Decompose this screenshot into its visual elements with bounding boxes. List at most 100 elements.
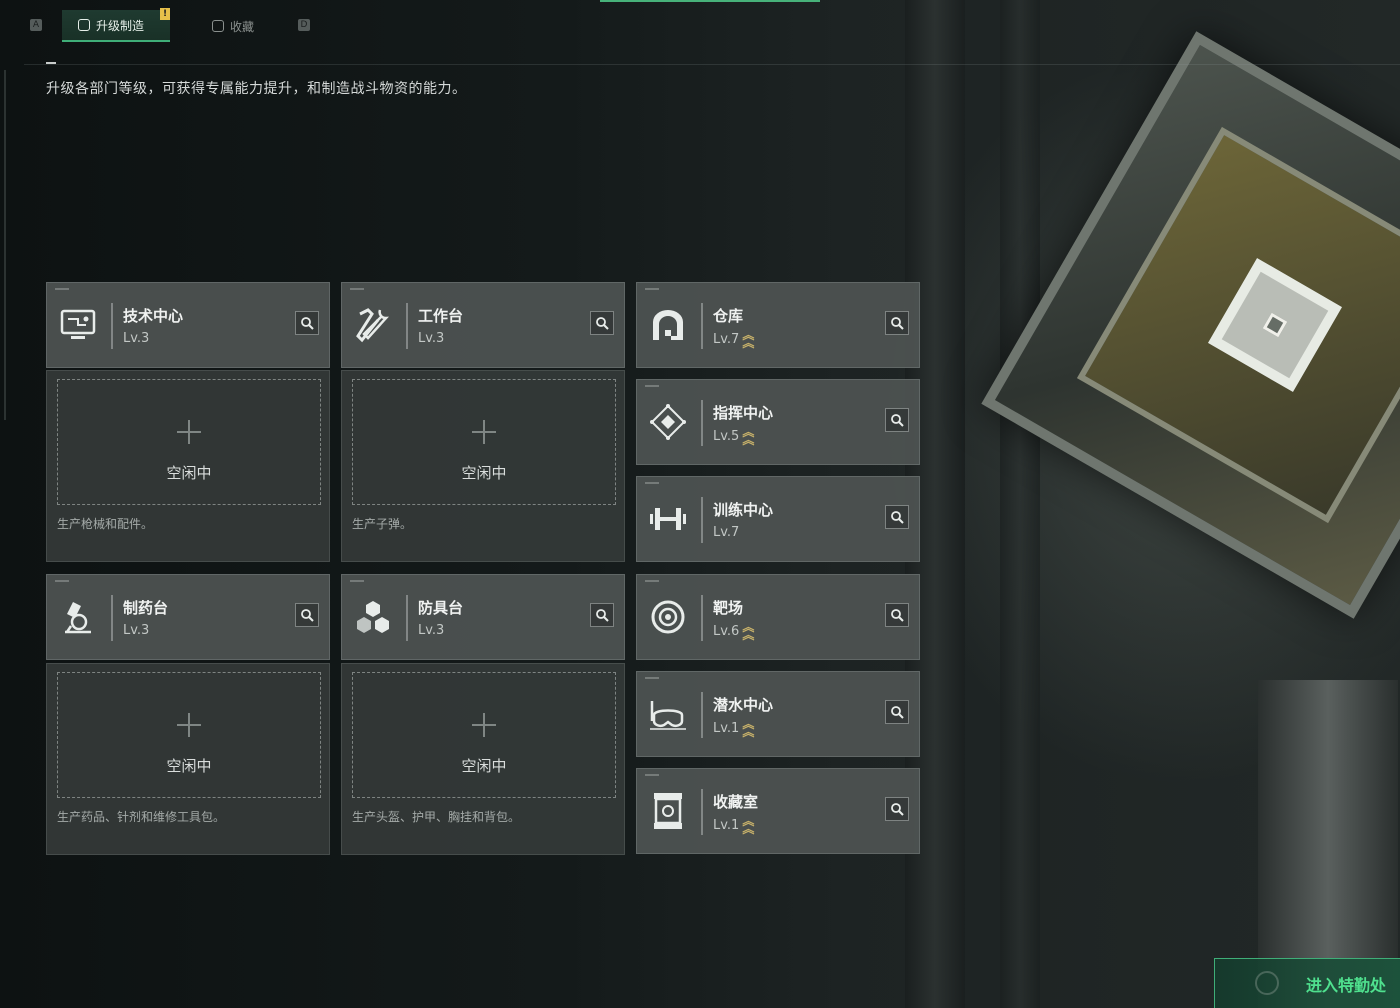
upgrade-arrow-icon: ︽ ︽ [742,814,755,836]
facility-level: Lv.1 ︽ ︽ [713,814,755,836]
target-icon [647,595,689,639]
edge-line [4,70,6,420]
page-description: 升级各部门等级，可获得专属能力提升，和制造战斗物资的能力。 [46,81,467,97]
search-icon [891,609,904,622]
warehouse-icon [647,303,689,347]
diving-mask-icon [647,692,689,736]
inspect-button[interactable] [885,797,909,821]
inspect-button[interactable] [885,505,909,529]
station-card-workbench[interactable]: 工作台 Lv.3 [341,282,625,368]
upgrade-gear-icon [78,19,90,31]
facility-name: 收藏室 [713,793,759,811]
station-name: 制药台 [123,599,169,617]
add-icon [472,713,496,737]
inspect-button[interactable] [885,408,909,432]
header-dash [46,62,56,64]
production-slot-armor[interactable]: 空闲中 生产头盔、护甲、胸挂和背包。 [341,663,625,855]
tab-upgrade-crafting-label: 升级制造 [96,18,145,33]
upgrade-arrow-icon: ︽ ︽ [742,620,755,642]
monitor-icon [57,303,99,347]
add-icon [177,713,201,737]
top-indicator-line [600,0,820,2]
slot-description: 生产枪械和配件。 [57,517,154,531]
inspect-button[interactable] [295,311,319,335]
facility-card-command-center[interactable]: 指挥中心 Lv.5 ︽ ︽ [636,379,920,465]
facility-card-diving-center[interactable]: 潜水中心 Lv.1 ︽ ︽ [636,671,920,757]
station-level: Lv.3 [418,623,445,638]
facility-level: Lv.7 [713,525,740,540]
inspect-button[interactable] [885,700,909,724]
tab-collection-label: 收藏 [230,19,255,34]
hammer-wrench-icon [352,303,394,347]
facility-card-shooting-range[interactable]: 靶场 Lv.6 ︽ ︽ [636,574,920,660]
facility-level: Lv.1 ︽ ︽ [713,717,755,739]
search-icon [891,803,904,816]
enter-special-ops-label: 进入特勤处 [1305,975,1386,995]
search-icon [596,317,609,330]
facility-name: 靶场 [713,599,744,617]
upgrade-arrow-icon: ︽ ︽ [742,717,755,739]
microscope-icon [57,595,99,639]
slot-description: 生产子弹。 [352,517,413,531]
slot-status: 空闲中 [461,757,507,775]
collection-icon [212,20,224,32]
station-level: Lv.3 [123,331,150,346]
top-tab-bar: A 升级制造 ! 收藏 D [0,0,1400,44]
add-icon [177,420,201,444]
facility-card-training-center[interactable]: 训练中心 Lv.7 [636,476,920,562]
station-card-tech-center[interactable]: 技术中心 Lv.3 [46,282,330,368]
slot-description: 生产头盔、护甲、胸挂和背包。 [352,810,521,824]
station-name: 技术中心 [123,307,184,325]
search-icon [891,511,904,524]
station-name: 防具台 [418,599,464,617]
slot-status: 空闲中 [461,464,507,482]
command-diamond-icon [647,400,689,444]
station-name: 工作台 [418,307,464,325]
dumbbell-icon [647,497,689,541]
header-divider [24,64,1400,65]
cube-artwork [981,31,1400,619]
facility-name: 潜水中心 [713,696,774,714]
facility-level: Lv.5 ︽ ︽ [713,425,755,447]
add-icon [472,420,496,444]
production-slot-tech-center[interactable]: 空闲中 生产枪械和配件。 [46,370,330,562]
slot-description: 生产药品、针剂和维修工具包。 [57,810,226,824]
collection-case-icon [647,789,689,833]
next-tab-key-hint: D [298,19,310,31]
search-icon [891,317,904,330]
facility-level: Lv.6 ︽ ︽ [713,620,755,642]
inspect-button[interactable] [295,603,319,627]
search-icon [596,609,609,622]
search-icon [301,317,314,330]
facility-name: 训练中心 [713,501,774,519]
facility-card-warehouse[interactable]: 仓库 Lv.7 ︽ ︽ [636,282,920,368]
tab-collection[interactable]: 收藏 [196,10,286,42]
facility-card-collection-room[interactable]: 收藏室 Lv.1 ︽ ︽ [636,768,920,854]
search-icon [891,414,904,427]
slot-status: 空闲中 [166,757,212,775]
station-level: Lv.3 [123,623,150,638]
inspect-button[interactable] [885,603,909,627]
special-ops-icon [1255,971,1279,995]
production-slot-workbench[interactable]: 空闲中 生产子弹。 [341,370,625,562]
search-icon [891,706,904,719]
upgrade-arrow-icon: ︽ ︽ [742,328,755,350]
inspect-button[interactable] [885,311,909,335]
search-icon [301,609,314,622]
station-card-armor[interactable]: 防具台 Lv.3 [341,574,625,660]
cubes-icon [352,595,394,639]
alert-badge: ! [160,8,170,20]
prev-tab-key-hint: A [30,19,42,31]
facility-name: 仓库 [713,307,744,325]
station-level: Lv.3 [418,331,445,346]
enter-special-ops-button[interactable]: 进入特勤处 [1214,958,1400,1008]
facility-level: Lv.7 ︽ ︽ [713,328,755,350]
slot-status: 空闲中 [166,464,212,482]
production-slot-pharmacy[interactable]: 空闲中 生产药品、针剂和维修工具包。 [46,663,330,855]
facility-name: 指挥中心 [713,404,774,422]
station-card-pharmacy[interactable]: 制药台 Lv.3 [46,574,330,660]
inspect-button[interactable] [590,311,614,335]
inspect-button[interactable] [590,603,614,627]
upgrade-arrow-icon: ︽ ︽ [742,425,755,447]
tab-upgrade-crafting[interactable]: 升级制造 [62,10,170,42]
